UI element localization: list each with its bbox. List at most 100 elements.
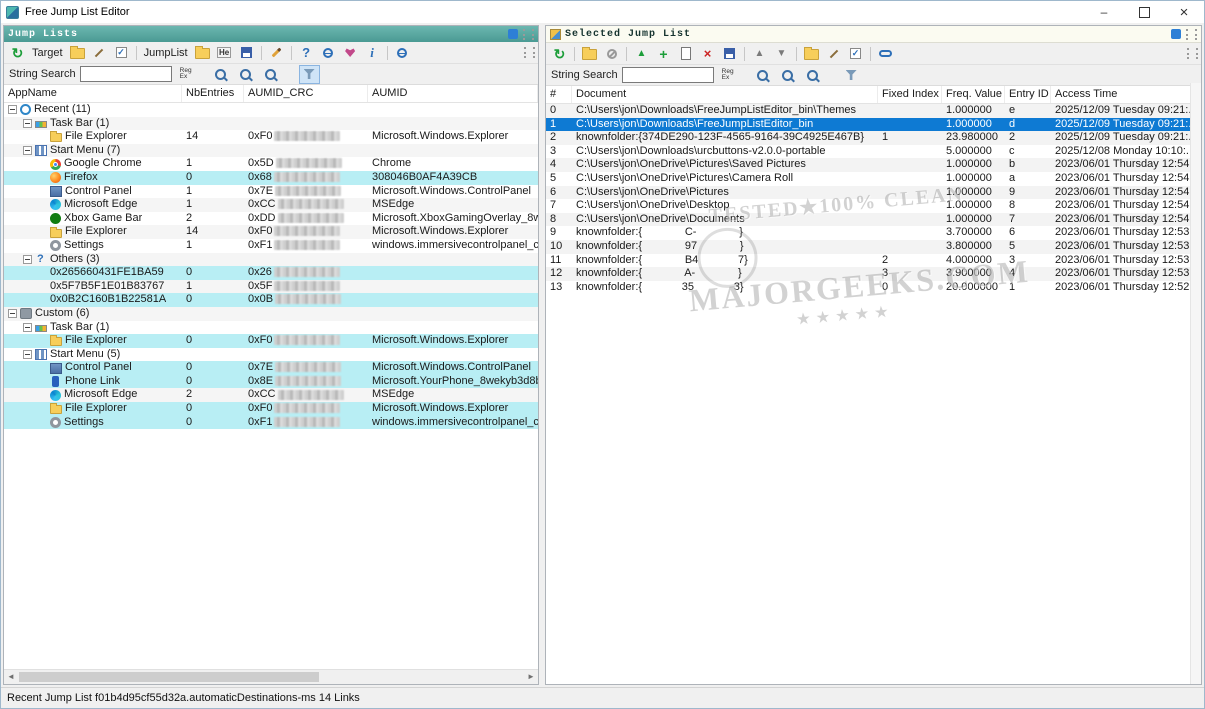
tree-row[interactable]: Xbox Game Bar20xDDMicrosoft.XboxGamingOv… (4, 212, 538, 226)
open-target-folder-button[interactable] (67, 43, 88, 62)
jumplist-row[interactable]: 10knownfolder:{ 97 }3.80000052023/06/01 … (546, 240, 1201, 254)
language-button[interactable] (392, 43, 413, 62)
scroll-right-button[interactable]: ► (524, 670, 538, 684)
toolbar-overflow-grip[interactable] (524, 47, 535, 58)
search-next-button[interactable] (260, 65, 281, 84)
tree-collapse-toggle[interactable] (8, 309, 17, 318)
jumplist-row[interactable]: 1C:\Users\jon\Downloads\FreeJumpListEdit… (546, 118, 1201, 132)
column-header[interactable]: # (546, 86, 572, 103)
tree-collapse-toggle[interactable] (8, 105, 17, 114)
jumplist-row[interactable]: 5C:\Users\jon\OneDrive\Pictures\Camera R… (546, 172, 1201, 186)
tree-collapse-toggle[interactable] (23, 119, 32, 128)
tree-row[interactable]: Settings10xF1windows.immersivecontrolpan… (4, 239, 538, 253)
tree-row[interactable]: Task Bar (1) (4, 321, 538, 335)
tree-row[interactable]: Phone Link00x8EMicrosoft.YourPhone_8weky… (4, 375, 538, 389)
column-header[interactable]: Document (572, 86, 878, 103)
jumplist-row[interactable]: 6C:\Users\jon\OneDrive\Pictures1.0000009… (546, 186, 1201, 200)
tree-row[interactable]: Start Menu (5) (4, 348, 538, 362)
panel-grip[interactable] (523, 29, 534, 40)
tree-row[interactable]: Task Bar (1) (4, 117, 538, 131)
scrollbar-thumb[interactable] (19, 672, 319, 682)
link-properties-button[interactable] (875, 44, 896, 63)
column-header[interactable]: Access Time (1051, 86, 1201, 103)
locate-document-button[interactable] (823, 44, 844, 63)
tree-collapse-toggle[interactable] (23, 350, 32, 359)
tree-row[interactable]: Recent (11) (4, 103, 538, 117)
tree-row[interactable]: Google Chrome10x5DChrome (4, 157, 538, 171)
open-document-folder-button[interactable] (801, 44, 822, 63)
move-entry-down-button[interactable]: ▼ (771, 44, 792, 63)
jumplist-row[interactable]: 12knownfolder:{ A- }33.90000042023/06/01… (546, 267, 1201, 281)
delete-entry-button[interactable]: × (697, 44, 718, 63)
target-properties-button[interactable]: ✓ (111, 43, 132, 62)
jumplist-row[interactable]: 3C:\Users\jon\Downloads\urcbuttons-v2.0.… (546, 145, 1201, 159)
search-next-button[interactable] (802, 66, 823, 85)
panel-pin-icon[interactable] (1171, 29, 1181, 39)
tree-row[interactable]: Start Menu (7) (4, 144, 538, 158)
tree-collapse-toggle[interactable] (23, 146, 32, 155)
minimize-button[interactable]: – (1084, 1, 1124, 23)
export-jumplist-button[interactable] (236, 43, 257, 62)
tree-row[interactable]: 0x0B2C160B1B22581A00x0B (4, 293, 538, 307)
disable-entry-button[interactable] (601, 44, 622, 63)
donate-button[interactable] (340, 43, 361, 62)
tree-collapse-toggle[interactable] (23, 255, 32, 264)
string-search-input[interactable] (622, 67, 714, 83)
search-previous-button[interactable] (777, 66, 798, 85)
tree-row[interactable]: File Explorer00xF0Microsoft.Windows.Expl… (4, 402, 538, 416)
scroll-left-button[interactable]: ◄ (4, 670, 18, 684)
jumplist-row[interactable]: 4C:\Users\jon\OneDrive\Pictures\Saved Pi… (546, 158, 1201, 172)
horizontal-scrollbar[interactable]: ◄ ► (4, 669, 538, 684)
tree-row[interactable]: 0x265660431FE1BA5900x26 (4, 266, 538, 280)
jumplist-row[interactable]: 13knownfolder:{ 35 3}020.00000012023/06/… (546, 281, 1201, 295)
regex-toggle[interactable]: Reg Ex (722, 69, 734, 82)
tree-row[interactable]: File Explorer140xF0Microsoft.Windows.Exp… (4, 130, 538, 144)
column-header[interactable]: AppName (4, 85, 182, 102)
refresh-button[interactable]: ↻ (7, 43, 28, 62)
tree-row[interactable]: File Explorer140xF0Microsoft.Windows.Exp… (4, 225, 538, 239)
about-button[interactable]: i (362, 43, 383, 62)
jumplist-row[interactable]: 11knownfolder:{ B4 7}24.00000032023/06/0… (546, 254, 1201, 268)
column-header[interactable]: Fixed Index (878, 86, 942, 103)
tree-row[interactable]: Microsoft Edge20xCCMSEdge (4, 388, 538, 402)
tree-collapse-toggle[interactable] (23, 323, 32, 332)
search-button[interactable] (752, 66, 773, 85)
add-entry-button[interactable]: + (653, 44, 674, 63)
panel-grip[interactable] (1186, 29, 1197, 40)
filter-button[interactable] (299, 65, 320, 84)
close-button[interactable]: × (1164, 1, 1204, 23)
move-entry-top-button[interactable]: ▲ (631, 44, 652, 63)
locate-target-button[interactable] (89, 43, 110, 62)
column-header[interactable]: AUMID_CRC (244, 85, 368, 102)
column-header[interactable]: Freq. Value (942, 86, 1005, 103)
save-jumplist-button[interactable] (719, 44, 740, 63)
jumplist-row[interactable]: 9knownfolder:{ C- }3.70000062023/06/01 T… (546, 226, 1201, 240)
tree-row[interactable]: File Explorer00xF0Microsoft.Windows.Expl… (4, 334, 538, 348)
search-button[interactable] (210, 65, 231, 84)
jumplist-row[interactable]: 8C:\Users\jon\OneDrive\Documents1.000000… (546, 213, 1201, 227)
open-jumplist-folder-button[interactable] (192, 43, 213, 62)
tree-row[interactable]: Others (3) (4, 253, 538, 267)
tree-row[interactable]: Control Panel00x7EMicrosoft.Windows.Cont… (4, 361, 538, 375)
tree-row[interactable]: Control Panel10x7EMicrosoft.Windows.Cont… (4, 185, 538, 199)
regex-toggle[interactable]: Reg Ex (180, 68, 192, 81)
hex-editor-button[interactable]: He (214, 43, 235, 62)
edit-button[interactable] (266, 43, 287, 62)
website-button[interactable] (318, 43, 339, 62)
open-entry-folder-button[interactable] (579, 44, 600, 63)
add-file-entry-button[interactable] (675, 44, 696, 63)
vertical-scrollbar[interactable] (1190, 83, 1201, 684)
move-entry-up-button[interactable]: ▲ (749, 44, 770, 63)
column-header[interactable]: NbEntries (182, 85, 244, 102)
entry-properties-button[interactable]: ✓ (845, 44, 866, 63)
tree-row[interactable]: Microsoft Edge10xCCMSEdge (4, 198, 538, 212)
tree-row[interactable]: Firefox00x68308046B0AF4A39CB (4, 171, 538, 185)
toolbar-overflow-grip[interactable] (1187, 48, 1198, 59)
column-header[interactable]: Entry ID (1005, 86, 1051, 103)
tree-row[interactable]: Settings00xF1windows.immersivecontrolpan… (4, 416, 538, 430)
help-button[interactable]: ? (296, 43, 317, 62)
filter-button[interactable] (841, 66, 862, 85)
tree-row[interactable]: 0x5F7B5F1E01B8376710x5F (4, 280, 538, 294)
column-header[interactable]: AUMID (368, 85, 538, 102)
refresh-entries-button[interactable]: ↻ (549, 44, 570, 63)
